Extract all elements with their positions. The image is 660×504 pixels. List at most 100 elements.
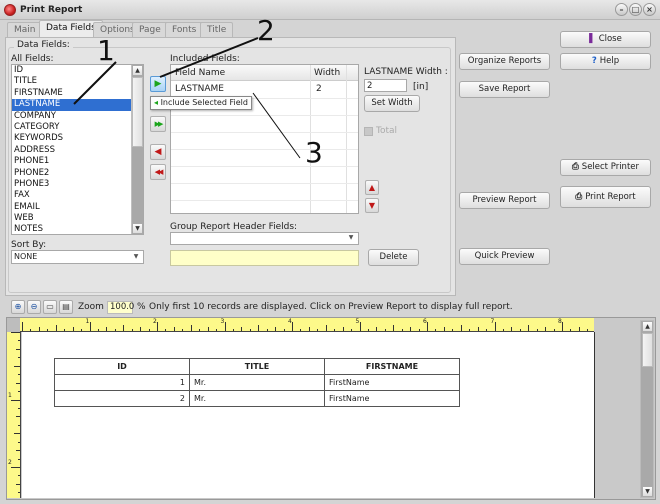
select-printer-button[interactable]: ⎙ Select Printer xyxy=(560,159,651,176)
ruler-tick xyxy=(89,322,91,331)
ruler-tick xyxy=(64,329,66,331)
field-width-input[interactable]: 2 xyxy=(364,79,407,92)
print-report-button[interactable]: ⎙ Print Report xyxy=(560,186,651,208)
list-item[interactable]: FAX xyxy=(12,190,143,201)
list-item[interactable]: LASTNAME xyxy=(12,99,132,111)
preview-scroll-thumb[interactable] xyxy=(642,333,653,367)
help-button[interactable]: ? Help xyxy=(560,53,651,70)
ruler-tick xyxy=(72,327,74,331)
grid-row-line xyxy=(171,132,358,133)
chevron-down-icon: ▼ xyxy=(348,234,354,241)
list-item[interactable]: PHONE1 xyxy=(12,156,143,167)
ruler-tick xyxy=(18,407,20,409)
list-item[interactable]: TITLE xyxy=(12,76,143,87)
ruler-tick xyxy=(140,327,142,331)
ruler-tick xyxy=(283,329,285,331)
scroll-thumb[interactable] xyxy=(132,77,143,147)
ruler-tick xyxy=(359,322,361,331)
list-item[interactable]: PHONE3 xyxy=(12,179,143,190)
ruler-tick xyxy=(452,329,454,331)
ruler-tick xyxy=(292,322,293,331)
select-printer-label: Select Printer xyxy=(581,162,639,172)
ruler-tick xyxy=(22,322,23,331)
tooltip-text: Include Selected Field xyxy=(160,98,248,107)
move-down-button[interactable]: ▼ xyxy=(365,198,379,213)
ruler-tick xyxy=(18,391,20,393)
question-mark-icon: ? xyxy=(591,56,597,66)
column-header-width[interactable]: Width xyxy=(314,68,340,78)
minimize-button[interactable]: – xyxy=(615,3,628,16)
zoom-input[interactable]: 100.0 xyxy=(107,301,134,314)
set-width-button[interactable]: Set Width xyxy=(364,95,420,112)
preview-scrollbar[interactable]: ▲ ▼ xyxy=(640,320,654,498)
list-item[interactable]: KEYWORDS xyxy=(12,133,143,144)
ruler-tick xyxy=(393,325,395,331)
close-button-label: Close xyxy=(598,34,622,44)
ruler-tick xyxy=(18,492,20,494)
scroll-up-button[interactable]: ▲ xyxy=(132,65,143,76)
annotation-3: 3 xyxy=(305,136,323,169)
list-item[interactable]: NOTES xyxy=(12,224,143,234)
fit-width-icon[interactable]: ▭ xyxy=(43,300,57,314)
grid-row-line xyxy=(171,115,358,116)
ruler-tick xyxy=(553,329,555,331)
zoom-label: Zoom xyxy=(78,302,104,312)
grid-row-line xyxy=(171,166,358,167)
ruler-tick xyxy=(241,327,243,331)
list-item[interactable]: EMAIL xyxy=(12,202,143,213)
tab-main[interactable]: Main xyxy=(7,22,43,38)
preview-report-button[interactable]: Preview Report xyxy=(459,192,550,209)
preview-scroll-up-button[interactable]: ▲ xyxy=(642,321,653,332)
list-item[interactable]: WEB xyxy=(12,213,143,224)
maximize-button[interactable]: □ xyxy=(629,3,642,16)
grid-cell-field-name[interactable]: LASTNAME xyxy=(175,84,224,94)
tab-title[interactable]: Title xyxy=(200,22,234,38)
list-item[interactable]: ID xyxy=(12,65,143,76)
grid-cell-width[interactable]: 2 xyxy=(316,84,322,94)
ruler-tick xyxy=(97,329,99,331)
organize-reports-button[interactable]: Organize Reports xyxy=(459,53,550,70)
delete-button[interactable]: Delete xyxy=(368,249,419,266)
ruler-tick xyxy=(173,327,175,331)
close-button[interactable]: ▌ Close xyxy=(560,31,651,48)
annotation-2: 2 xyxy=(257,14,275,47)
included-fields-grid[interactable]: Field Name Width LASTNAME 2 xyxy=(170,64,359,214)
ruler-tick xyxy=(367,329,369,331)
tab-fonts[interactable]: Fonts xyxy=(165,22,204,38)
page-icon[interactable]: ▤ xyxy=(59,300,73,314)
ruler-tick xyxy=(511,327,513,331)
save-report-button[interactable]: Save Report xyxy=(459,81,550,98)
ruler-tick xyxy=(342,327,344,331)
all-fields-scrollbar[interactable]: ▲ ▼ xyxy=(131,65,143,234)
remove-field-button[interactable]: ◀ xyxy=(150,144,166,160)
list-item[interactable]: FIRSTNAME xyxy=(12,88,143,99)
group-header-fields-input[interactable] xyxy=(170,250,359,266)
zoom-in-icon[interactable]: ⊕ xyxy=(11,300,25,314)
sort-by-value: NONE xyxy=(14,252,38,261)
total-checkbox[interactable] xyxy=(364,127,373,136)
ruler-tick xyxy=(14,365,20,367)
data-fields-group-label: Data Fields: xyxy=(14,40,73,50)
zoom-out-icon[interactable]: ⊖ xyxy=(27,300,41,314)
tab-page[interactable]: Page xyxy=(132,22,168,38)
move-up-button[interactable]: ▲ xyxy=(365,180,379,195)
group-header-select[interactable]: ▼ xyxy=(170,232,359,245)
include-field-button[interactable]: ▶ xyxy=(150,76,166,92)
sort-by-select[interactable]: NONE ▼ xyxy=(11,250,144,264)
column-header-field-name[interactable]: Field Name xyxy=(175,68,225,78)
ruler-tick xyxy=(18,374,20,376)
list-item[interactable]: PHONE2 xyxy=(12,168,143,179)
close-window-button[interactable]: × xyxy=(643,3,656,16)
list-item[interactable]: ADDRESS xyxy=(12,145,143,156)
include-all-fields-button[interactable]: ▶▶ xyxy=(150,116,166,132)
ruler-tick xyxy=(376,327,378,331)
list-item[interactable]: CATEGORY xyxy=(12,122,143,133)
ruler-tick xyxy=(536,329,538,331)
preview-scroll-down-button[interactable]: ▼ xyxy=(642,486,653,497)
list-item[interactable]: COMPANY xyxy=(12,111,143,122)
scroll-down-button[interactable]: ▼ xyxy=(132,223,143,234)
remove-all-fields-button[interactable]: ◀◀ xyxy=(150,164,166,180)
all-fields-list[interactable]: ID TITLE FIRSTNAME LASTNAME COMPANY CATEGORY K… xyxy=(11,64,144,235)
quick-preview-button[interactable]: Quick Preview xyxy=(459,248,550,265)
grid-row-line xyxy=(171,149,358,150)
